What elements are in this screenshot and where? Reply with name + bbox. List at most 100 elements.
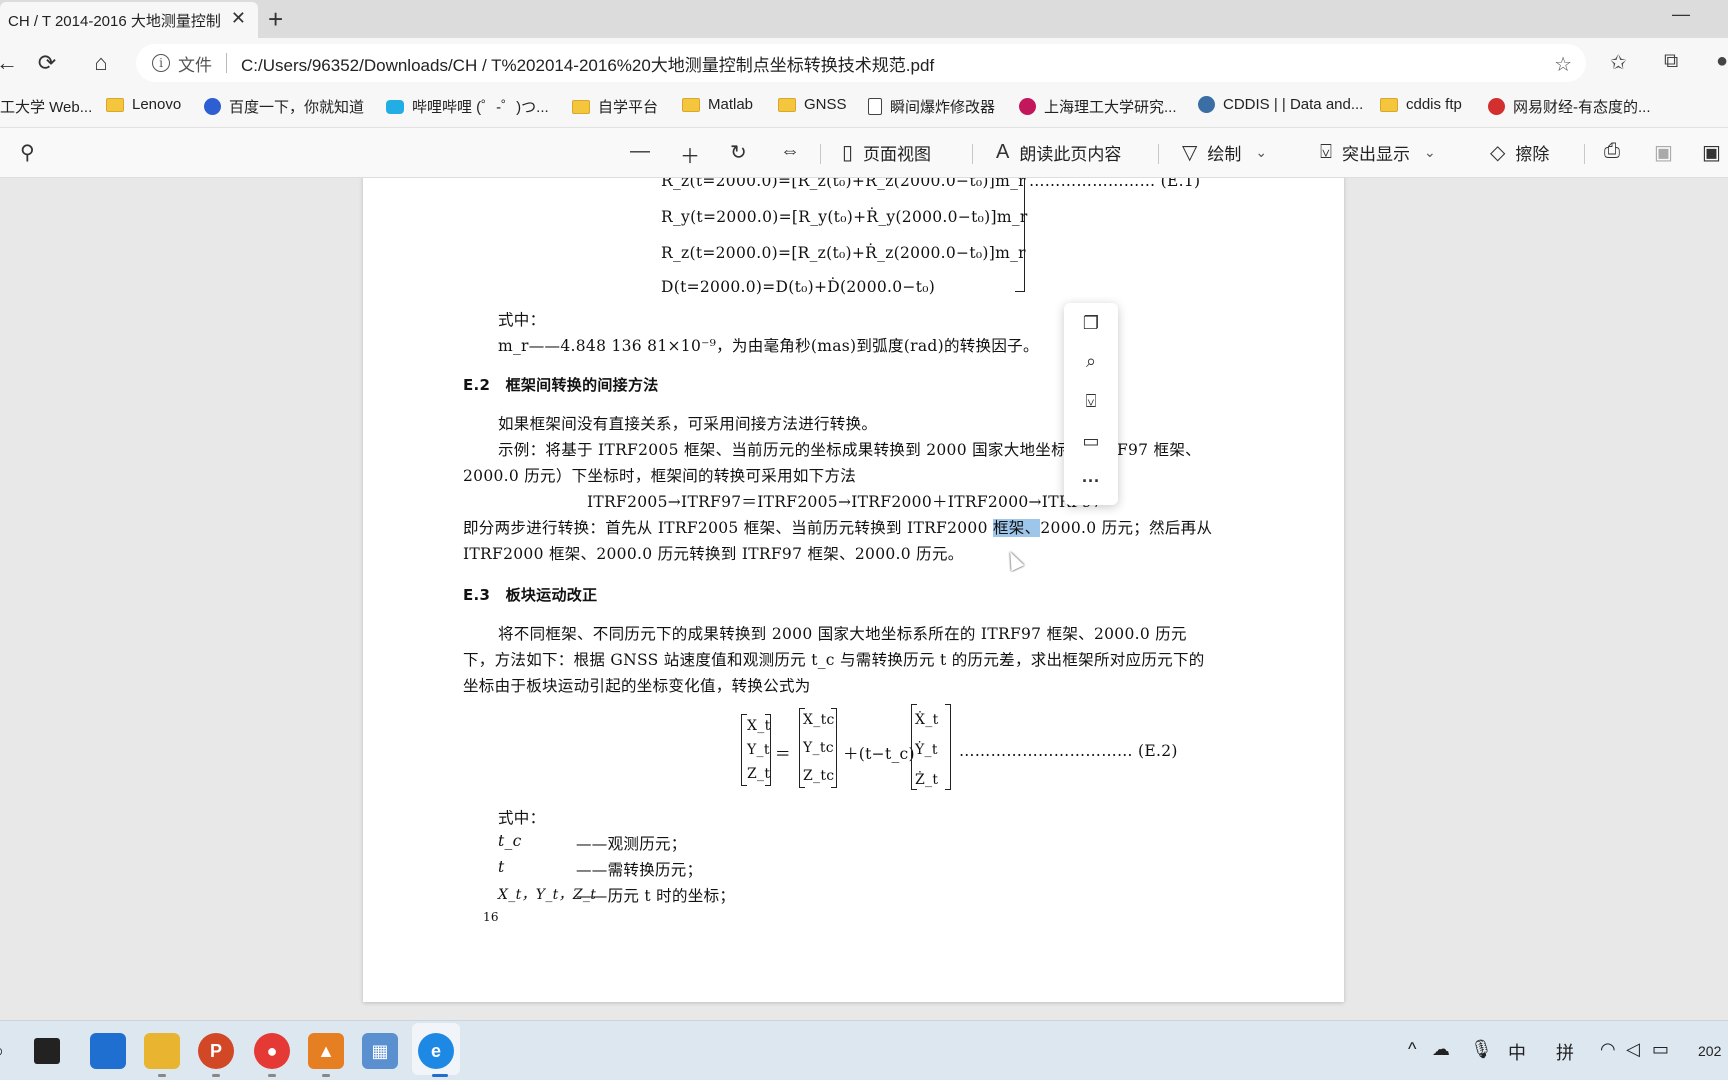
- address-url[interactable]: C:/Users/96352/Downloads/CH / T%202014-2…: [241, 51, 934, 76]
- ime-mode[interactable]: 拼: [1556, 1039, 1574, 1065]
- back-icon[interactable]: ←: [0, 48, 22, 78]
- bookmark-item[interactable]: Lenovo: [106, 96, 181, 113]
- bookmark-item[interactable]: Matlab: [682, 96, 753, 113]
- add-favorite-icon[interactable]: ☆: [1554, 52, 1572, 77]
- save-icon[interactable]: ▣: [1654, 140, 1683, 165]
- profile-icon[interactable]: ●: [1716, 50, 1728, 73]
- paragraph-line: 2000.0 历元）下坐标时，框架间的转换可采用如下方法: [463, 467, 857, 485]
- address-scheme-label: 文件: [178, 55, 212, 75]
- page-view-label: 页面视图: [863, 145, 932, 164]
- bookmark-item[interactable]: 上海理工大学研究...: [1019, 96, 1177, 117]
- favorites-icon[interactable]: ✩: [1610, 50, 1627, 75]
- widgets-icon[interactable]: [90, 1033, 126, 1069]
- battery-icon[interactable]: ▭: [1652, 1039, 1669, 1060]
- equals-sign: ＝: [775, 745, 791, 763]
- more-icon[interactable]: ···: [1064, 463, 1118, 499]
- bookmark-item[interactable]: 瞬间爆炸修改器: [868, 96, 995, 117]
- chevron-down-icon[interactable]: ⌄: [1424, 144, 1436, 161]
- folder-icon: [778, 97, 796, 112]
- bookmark-item[interactable]: 百度一下，你就知道: [204, 96, 364, 117]
- transform-chain: ITRF2005→ITRF97＝ITRF2005→ITRF2000＋ITRF20…: [587, 493, 1103, 511]
- wifi-icon[interactable]: ◠: [1600, 1039, 1616, 1060]
- page-view-button[interactable]: ▯ 页面视图: [842, 140, 931, 165]
- page-number: 16: [483, 910, 499, 924]
- bookmark-item[interactable]: GNSS: [778, 96, 847, 113]
- bookmark-item[interactable]: cddis ftp: [1380, 96, 1462, 113]
- browser-tab[interactable]: CH / T 2014-2016 大地测量控制点坐标转换技术规范.pdf ✕: [0, 2, 258, 38]
- section-heading-e2: E.2 框架间转换的间接方法: [463, 376, 659, 394]
- bookmark-item[interactable]: 自学平台: [572, 96, 658, 117]
- folder-icon: [1380, 97, 1398, 112]
- info-icon[interactable]: i: [152, 54, 170, 72]
- section-heading-e3: E.3 板块运动改正: [463, 586, 598, 604]
- microphone-icon[interactable]: 🎙: [1470, 1039, 1493, 1060]
- usst-icon: [1019, 98, 1036, 115]
- page-icon: [868, 98, 882, 115]
- chrome-icon[interactable]: ●: [254, 1033, 290, 1069]
- save-as-icon[interactable]: ▣: [1702, 140, 1728, 165]
- comment-icon[interactable]: ▭: [1064, 423, 1118, 459]
- running-indicator: [158, 1074, 166, 1077]
- draw-button[interactable]: ▽ 绘制 ⌄: [1182, 140, 1267, 165]
- toolbar-divider: [1584, 144, 1585, 164]
- pdf-search-icon[interactable]: ⚲: [20, 140, 45, 165]
- erase-button[interactable]: ◇ 擦除: [1490, 140, 1549, 165]
- copy-icon[interactable]: ❐: [1064, 305, 1118, 341]
- search-icon[interactable]: ⌕: [1064, 343, 1118, 379]
- bookmark-item[interactable]: CDDIS | | Data and...: [1198, 96, 1363, 113]
- clock[interactable]: 202: [1698, 1043, 1721, 1059]
- minimize-button[interactable]: —: [1672, 4, 1690, 25]
- file-explorer-icon[interactable]: [144, 1033, 180, 1069]
- print-icon[interactable]: ⎙: [1604, 140, 1630, 163]
- search-icon[interactable]: ○: [0, 1033, 16, 1069]
- running-indicator: [268, 1074, 276, 1077]
- new-tab-button[interactable]: +: [268, 4, 283, 35]
- pdf-page: R_z(t=2000.0)=[R_z(t₀)+Ṙ_z(2000.0−t₀)]m_…: [363, 178, 1344, 1002]
- read-aloud-button[interactable]: A 朗读此页内容: [996, 140, 1121, 165]
- powerpoint-icon[interactable]: P: [198, 1033, 234, 1069]
- eraser-icon: ◇: [1490, 142, 1506, 164]
- taskbar: ○ P ● ▲ ▦ e ^ ☁ 🎙 中 拼 ◠ ◁ ▭ 202: [0, 1020, 1728, 1080]
- equation-line: D(t=2000.0)=D(t₀)+Ḋ(2000.0−t₀): [661, 278, 936, 296]
- page-view-icon: ▯: [842, 142, 854, 164]
- highlight-button[interactable]: ⍌ 突出显示 ⌄: [1320, 140, 1436, 165]
- task-view-icon[interactable]: [34, 1038, 60, 1064]
- bookmark-label: GNSS: [804, 96, 847, 113]
- address-input[interactable]: i 文件 C:/Users/96352/Downloads/CH / T%202…: [136, 44, 1586, 82]
- paragraph-line: 坐标由于板块运动引起的坐标变化值，转换公式为: [463, 677, 811, 695]
- matrix-entry: Y_tc: [803, 740, 834, 756]
- equation-line: R_z(t=2000.0)=[R_z(t₀)+Ṙ_z(2000.0−t₀)]m_…: [661, 244, 1026, 262]
- bookmark-item[interactable]: 工大学 Web...: [0, 96, 92, 117]
- matlab-icon[interactable]: ▲: [308, 1033, 344, 1069]
- chevron-up-icon[interactable]: ^: [1408, 1039, 1416, 1060]
- draw-label: 绘制: [1207, 145, 1242, 164]
- zoom-out-icon[interactable]: —: [630, 140, 660, 163]
- bookmark-item[interactable]: 网易财经-有态度的...: [1488, 96, 1651, 117]
- edge-icon[interactable]: e: [418, 1033, 454, 1069]
- volume-icon[interactable]: ◁: [1626, 1039, 1640, 1060]
- close-tab-icon[interactable]: ✕: [231, 8, 246, 29]
- zoom-in-icon[interactable]: ＋: [680, 140, 710, 169]
- pdf-toolbar: ⚲ — ＋ ↻ ⇔ ▯ 页面视图 A 朗读此页内容 ▽ 绘制 ⌄ ⍌ 突出显示 ⌄ ◇ 擦除 …: [0, 128, 1728, 178]
- selected-text[interactable]: 框架、: [992, 519, 1041, 537]
- ime-language[interactable]: 中: [1508, 1039, 1526, 1065]
- chevron-down-icon[interactable]: ⌄: [1255, 144, 1267, 161]
- matrix-entry: Ż_t: [915, 772, 939, 788]
- running-indicator: [212, 1074, 220, 1077]
- fit-width-icon[interactable]: ⇔: [780, 140, 810, 163]
- matrix-entry: Z_tc: [803, 768, 835, 784]
- bookmark-item[interactable]: 哔哩哔哩 (゜-゜)つ...: [386, 96, 549, 117]
- photos-icon[interactable]: ▦: [362, 1033, 398, 1069]
- folder-icon: [106, 97, 124, 112]
- pdf-viewer[interactable]: R_z(t=2000.0)=[R_z(t₀)+Ṙ_z(2000.0−t₀)]m_…: [0, 178, 1728, 1020]
- bookmark-label: 哔哩哔哩 (゜-゜)つ...: [412, 99, 549, 116]
- refresh-icon[interactable]: ⟳: [32, 48, 62, 78]
- collections-icon[interactable]: ⧉: [1664, 50, 1678, 73]
- bookmark-label: 工大学 Web...: [0, 99, 93, 116]
- home-icon[interactable]: ⌂: [86, 48, 116, 78]
- rotate-icon[interactable]: ↻: [730, 140, 757, 165]
- bookmark-label: 网易财经-有态度的...: [1513, 99, 1651, 116]
- highlight-icon[interactable]: ⍌: [1064, 383, 1118, 419]
- cloud-icon[interactable]: ☁: [1432, 1039, 1450, 1060]
- bookmarks-bar: 工大学 Web... Lenovo 百度一下，你就知道 哔哩哔哩 (゜-゜)つ.…: [0, 88, 1728, 128]
